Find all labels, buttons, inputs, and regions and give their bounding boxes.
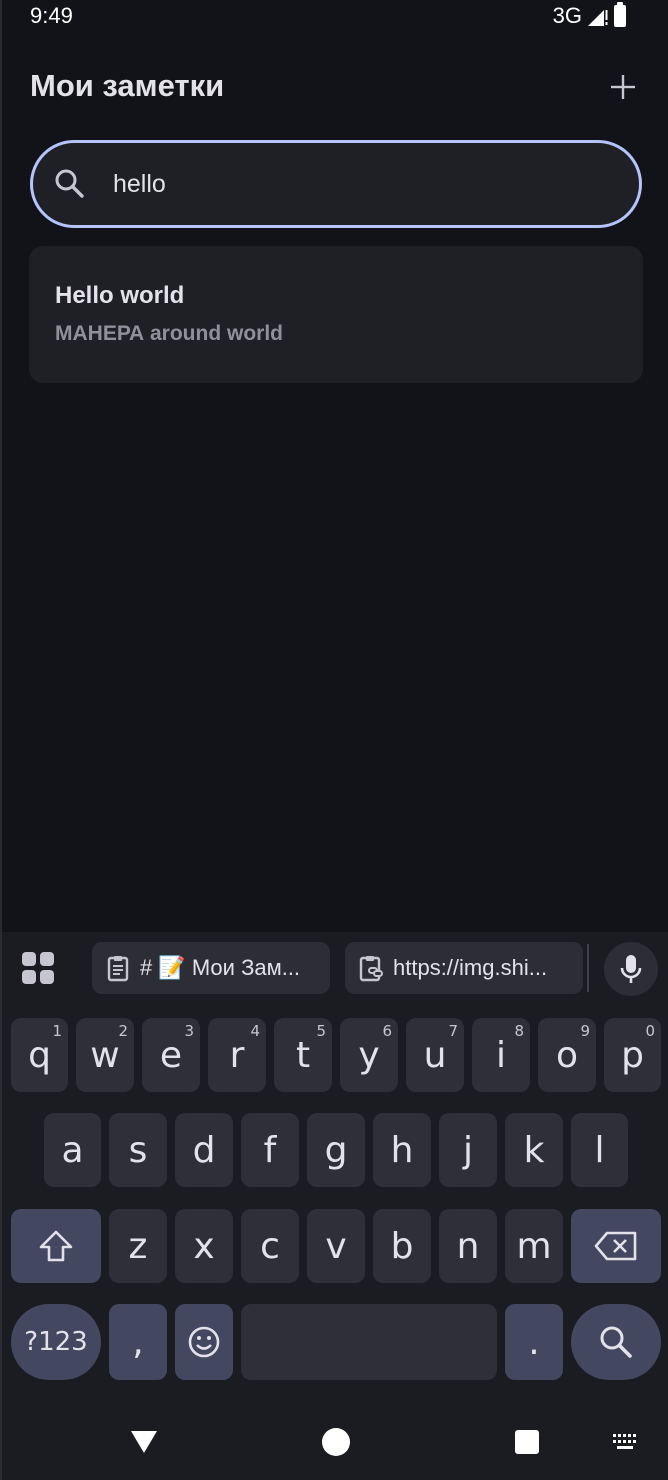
backspace-icon — [594, 1231, 637, 1261]
emoji-key[interactable] — [175, 1304, 233, 1380]
keyboard-switch-button[interactable] — [605, 1422, 645, 1462]
key-p[interactable]: p0 — [604, 1018, 661, 1092]
key-s[interactable]: s — [109, 1113, 167, 1187]
clipboard-link-icon — [359, 956, 383, 982]
key-hint: 9 — [580, 1022, 590, 1040]
key-w[interactable]: w2 — [76, 1018, 134, 1092]
search-icon — [600, 1326, 632, 1358]
key-f[interactable]: f — [241, 1113, 299, 1187]
key-label: u — [423, 1034, 447, 1076]
back-button[interactable] — [124, 1422, 164, 1462]
symbols-key[interactable]: ?123 — [11, 1304, 101, 1380]
key-hint: 5 — [316, 1022, 326, 1040]
key-k[interactable]: k — [505, 1113, 563, 1187]
key-label: w — [90, 1034, 120, 1076]
battery-icon — [614, 2, 626, 27]
navigation-bar — [2, 1400, 668, 1480]
search-input[interactable] — [113, 169, 593, 199]
network-type: 3G — [552, 3, 582, 28]
shift-icon — [39, 1230, 73, 1262]
key-l[interactable]: l — [571, 1113, 628, 1187]
key-label: p — [621, 1034, 644, 1076]
note-card[interactable]: Hello world МАНЕРА around world — [29, 246, 643, 383]
clipboard-chip[interactable]: # 📝 Мои Зам... — [92, 942, 330, 994]
key-label: r — [229, 1034, 245, 1076]
clipboard-link-text: https://img.shi... — [393, 955, 548, 980]
comma-key[interactable]: , — [109, 1304, 167, 1380]
key-hint: 8 — [514, 1022, 524, 1040]
add-note-button[interactable] — [600, 64, 646, 110]
key-hint: 7 — [448, 1022, 458, 1040]
plus-icon — [611, 75, 635, 99]
key-hint: 3 — [184, 1022, 194, 1040]
key-y[interactable]: y6 — [340, 1018, 398, 1092]
back-triangle-icon — [131, 1431, 157, 1453]
emoji-icon — [188, 1326, 220, 1358]
apps-grid-icon[interactable] — [22, 952, 56, 986]
key-hint: 6 — [382, 1022, 392, 1040]
search-icon — [55, 169, 84, 198]
notes-screen: 9:49 3G Мои заметки Hello world МАНЕРА a… — [0, 0, 668, 1480]
key-q[interactable]: q1 — [11, 1018, 68, 1092]
keyboard-icon — [613, 1434, 636, 1449]
toolbar-divider — [587, 944, 589, 992]
shift-key[interactable] — [11, 1209, 101, 1283]
signal-icon — [588, 10, 608, 26]
key-hint: 4 — [250, 1022, 260, 1040]
key-label: t — [295, 1034, 311, 1076]
page-title: Мои заметки — [30, 68, 225, 103]
recents-button[interactable] — [507, 1422, 547, 1462]
key-a[interactable]: a — [44, 1113, 101, 1187]
key-label: q — [28, 1034, 51, 1076]
key-m[interactable]: m — [505, 1209, 563, 1283]
note-preview: МАНЕРА around world — [55, 322, 283, 345]
clipboard-link-chip[interactable]: https://img.shi... — [345, 942, 583, 994]
key-label: e — [159, 1034, 183, 1076]
clipboard-chip-text: # 📝 Мои Зам... — [140, 955, 301, 980]
key-hint: 2 — [118, 1022, 128, 1040]
voice-input-button[interactable] — [604, 942, 658, 996]
key-t[interactable]: t5 — [274, 1018, 332, 1092]
key-x[interactable]: x — [175, 1209, 233, 1283]
microphone-icon — [620, 955, 642, 983]
key-c[interactable]: c — [241, 1209, 299, 1283]
status-indicators: 3G — [552, 2, 626, 29]
key-label: y — [358, 1034, 380, 1076]
clipboard-icon — [107, 956, 129, 982]
status-time: 9:49 — [30, 3, 73, 28]
status-bar: 9:49 3G — [2, 0, 668, 32]
search-action-key[interactable] — [571, 1304, 661, 1380]
key-d[interactable]: d — [175, 1113, 233, 1187]
key-i[interactable]: i8 — [472, 1018, 530, 1092]
recents-square-icon — [515, 1430, 539, 1454]
period-key[interactable]: . — [505, 1304, 563, 1380]
key-j[interactable]: j — [439, 1113, 497, 1187]
key-e[interactable]: e3 — [142, 1018, 200, 1092]
key-hint: 1 — [52, 1022, 62, 1040]
key-u[interactable]: u7 — [406, 1018, 464, 1092]
backspace-key[interactable] — [571, 1209, 661, 1283]
key-label: o — [555, 1034, 579, 1076]
key-b[interactable]: b — [373, 1209, 431, 1283]
search-field[interactable] — [30, 140, 642, 228]
key-label: i — [495, 1034, 506, 1076]
key-o[interactable]: o9 — [538, 1018, 596, 1092]
key-g[interactable]: g — [307, 1113, 365, 1187]
home-circle-icon — [322, 1428, 350, 1456]
key-r[interactable]: r4 — [208, 1018, 266, 1092]
key-hint: 0 — [645, 1022, 655, 1040]
space-key[interactable] — [241, 1304, 497, 1380]
key-n[interactable]: n — [439, 1209, 497, 1283]
key-z[interactable]: z — [109, 1209, 167, 1283]
key-v[interactable]: v — [307, 1209, 365, 1283]
key-h[interactable]: h — [373, 1113, 431, 1187]
keyboard: # 📝 Мои Зам... https://img.shi... q 1 w … — [2, 932, 668, 1480]
keyboard-toolbar: # 📝 Мои Зам... https://img.shi... — [2, 932, 668, 1004]
home-button[interactable] — [316, 1422, 356, 1462]
note-title: Hello world — [55, 282, 185, 309]
